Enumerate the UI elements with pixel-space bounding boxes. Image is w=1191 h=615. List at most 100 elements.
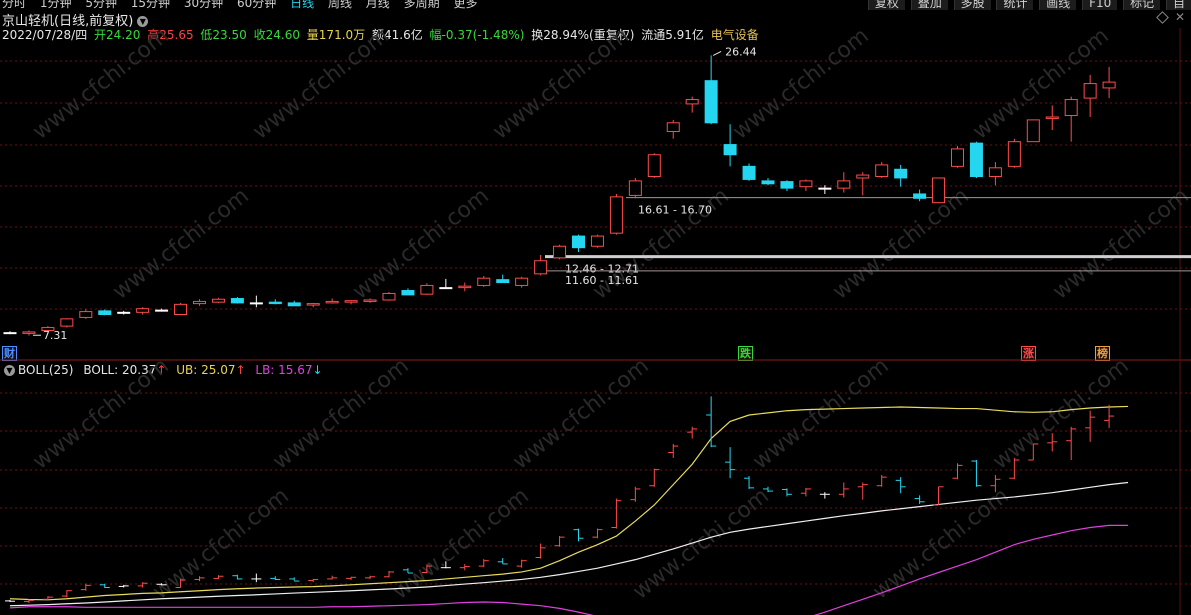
candle <box>590 234 604 248</box>
watermark-text: www.cfchi.com <box>988 353 1133 474</box>
ohlc-bar <box>838 482 849 498</box>
ohlc-bar <box>611 498 622 529</box>
candle-body <box>685 99 699 105</box>
candle <box>117 310 131 315</box>
candle <box>666 119 680 139</box>
candle <box>439 278 453 290</box>
candle <box>136 307 150 315</box>
ohlc-bar <box>1066 426 1077 460</box>
ohlc-bar <box>5 599 15 602</box>
candle-body <box>856 174 870 179</box>
ohlc-bar <box>213 575 224 579</box>
ohlc-bar <box>781 488 792 497</box>
candle-body <box>951 148 964 167</box>
candle <box>325 298 339 304</box>
candle <box>932 177 946 204</box>
candle <box>306 302 320 308</box>
candle <box>988 162 1002 186</box>
candle-body <box>325 300 339 304</box>
kline-chart[interactable]: www.cfchi.com www.cfchi.com www.cfchi.com w… <box>0 0 1191 615</box>
candle <box>647 153 661 178</box>
candle-body <box>1026 119 1040 143</box>
candle <box>969 141 983 178</box>
candle <box>287 300 301 307</box>
candle-body <box>1102 81 1116 89</box>
candle-body <box>439 287 453 290</box>
candle <box>79 309 93 319</box>
candle-body <box>1007 141 1021 167</box>
candle-body <box>287 302 301 307</box>
ohlc-bar <box>118 584 129 588</box>
candle-body <box>704 80 718 124</box>
candle-body <box>174 303 188 316</box>
candle <box>609 193 623 235</box>
watermark-text: www.cfchi.com <box>508 353 653 474</box>
ohlc-bar <box>763 486 773 493</box>
candle-body <box>98 310 112 316</box>
candle <box>780 180 794 192</box>
candle-body <box>117 311 131 314</box>
ohlc-bar <box>365 575 376 579</box>
ohlc-bar <box>800 487 811 497</box>
candle-body <box>666 122 680 132</box>
candle-body <box>837 180 851 189</box>
ohlc-bar <box>952 463 963 480</box>
candle-body <box>401 290 415 296</box>
candle-body <box>628 180 642 196</box>
ohlc-bar <box>459 563 470 571</box>
candle-body <box>780 181 794 189</box>
candle-body <box>477 277 491 286</box>
candle-body <box>761 180 775 185</box>
candle <box>1102 66 1116 99</box>
candle-body <box>515 277 529 286</box>
candle <box>534 254 548 276</box>
ohlc-bar <box>137 582 148 588</box>
annotation-label: 7.31 <box>43 329 67 342</box>
candle <box>761 177 775 186</box>
candle <box>268 299 282 305</box>
ohlc-bar <box>270 576 281 580</box>
watermark-text: www.cfchi.com <box>248 23 393 144</box>
candle-body <box>268 301 282 305</box>
candle-body <box>988 167 1002 178</box>
candle-body <box>60 318 74 327</box>
watermark-text: www.cfchi.com <box>628 483 773 604</box>
level-label: 16.61 - 16.70 <box>638 204 712 217</box>
candle <box>98 309 112 316</box>
ohlc-bar <box>649 468 660 487</box>
candle-body <box>609 196 623 234</box>
ohlc-bar <box>933 486 944 506</box>
annotation-label: 26.44 <box>725 45 757 58</box>
ohlc-bar <box>478 559 489 568</box>
ohlc-bar <box>516 559 527 568</box>
candle-body <box>932 177 946 204</box>
ohlc-bar <box>232 574 243 580</box>
candle <box>856 172 870 196</box>
ohlc-bar <box>725 447 736 479</box>
candle-body <box>249 302 263 305</box>
candle <box>230 297 244 304</box>
ohlc-bar <box>61 590 72 598</box>
ohlc-bar <box>630 486 641 502</box>
ohlc-bar <box>251 573 262 583</box>
ohlc-bar <box>914 495 925 504</box>
candle-body <box>230 298 244 304</box>
candle-body <box>818 187 832 190</box>
watermark-text: www.cfchi.com <box>728 23 873 144</box>
ohlc-bar <box>876 475 887 487</box>
watermark-text: www.cfchi.com <box>268 353 413 474</box>
candle-body <box>742 165 756 180</box>
candle <box>685 96 699 113</box>
candle <box>382 291 396 301</box>
candle <box>477 276 491 287</box>
candle-body <box>344 300 358 303</box>
candle <box>60 318 74 328</box>
candle-body <box>1064 99 1078 117</box>
candle-body <box>458 285 472 289</box>
candle <box>799 179 813 192</box>
candle <box>1026 119 1040 143</box>
candle <box>628 177 642 199</box>
watermark-text: www.cfchi.com <box>748 353 893 474</box>
watermark-text: www.cfchi.com <box>148 483 293 604</box>
ohlc-bar <box>573 528 584 542</box>
